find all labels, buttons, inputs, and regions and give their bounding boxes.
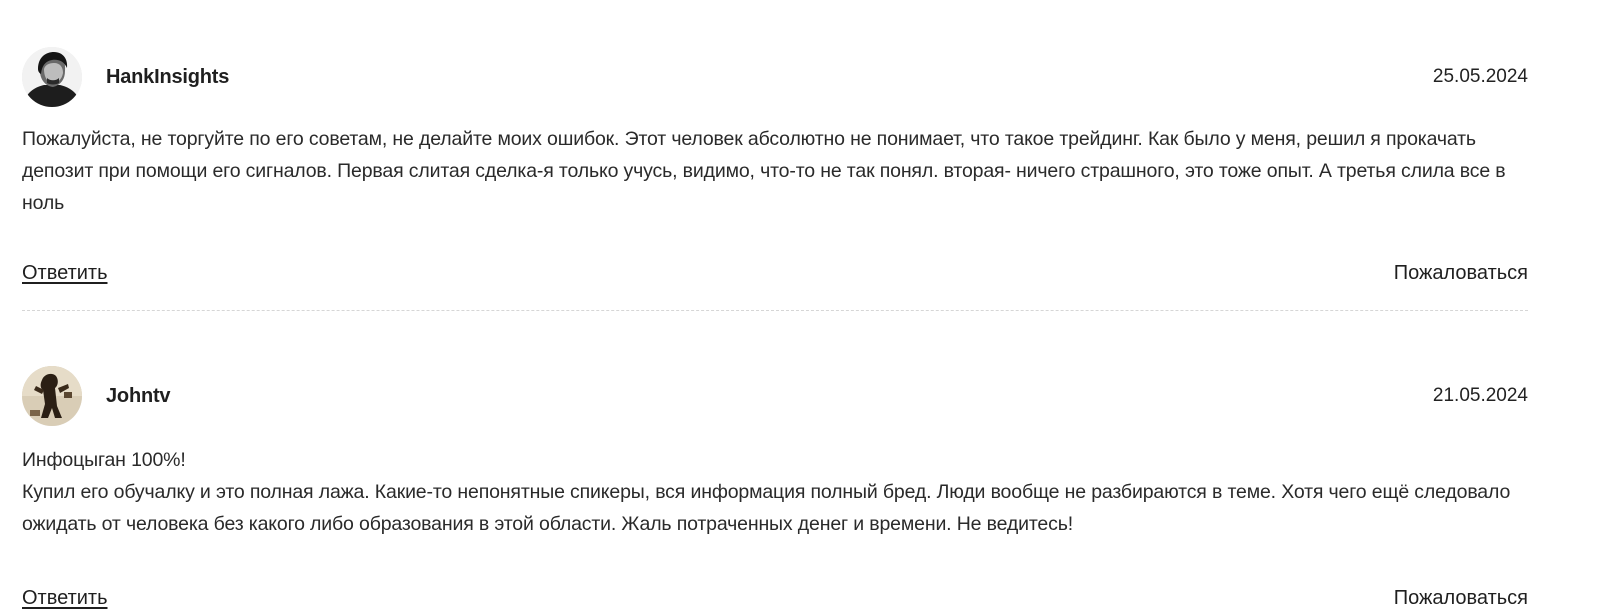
comment: HankInsights 25.05.2024 Пожалуйста, не т… <box>22 46 1528 311</box>
comment-author[interactable]: HankInsights <box>106 66 229 89</box>
comment-divider <box>22 310 1528 311</box>
avatar-photo-icon <box>22 366 82 426</box>
comment-text: Пожалуйста, не торгуйте по его советам, … <box>22 128 1506 214</box>
comment-date: 21.05.2024 <box>1432 385 1528 406</box>
comment-header: HankInsights 25.05.2024 <box>22 46 1528 108</box>
comment-body: Инфоцыган 100%! Купил его обучалку и это… <box>22 444 1528 540</box>
avatar-portrait-icon <box>22 47 82 107</box>
comments-list: HankInsights 25.05.2024 Пожалуйста, не т… <box>22 46 1528 616</box>
comment-header: Johntv 21.05.2024 <box>22 365 1528 427</box>
comment-author[interactable]: Johntv <box>106 385 171 408</box>
comment-date: 25.05.2024 <box>1432 66 1528 87</box>
reply-link[interactable]: Ответить <box>22 587 108 610</box>
comment-text: Купил его обучалку и это полная лажа. Ка… <box>22 481 1511 535</box>
comment-body: Пожалуйста, не торгуйте по его советам, … <box>22 123 1528 219</box>
report-link[interactable]: Пожаловаться <box>1394 587 1528 610</box>
comment: Johntv 21.05.2024 Инфоцыган 100%! Купил … <box>22 365 1528 616</box>
comment-actions: Ответить Пожаловаться <box>22 255 1528 291</box>
avatar[interactable] <box>22 366 82 426</box>
report-link[interactable]: Пожаловаться <box>1394 262 1528 285</box>
comment-text: Инфоцыган 100%! <box>22 449 186 471</box>
comment-actions: Ответить Пожаловаться <box>22 580 1528 616</box>
reply-link[interactable]: Ответить <box>22 262 108 285</box>
avatar[interactable] <box>22 47 82 107</box>
